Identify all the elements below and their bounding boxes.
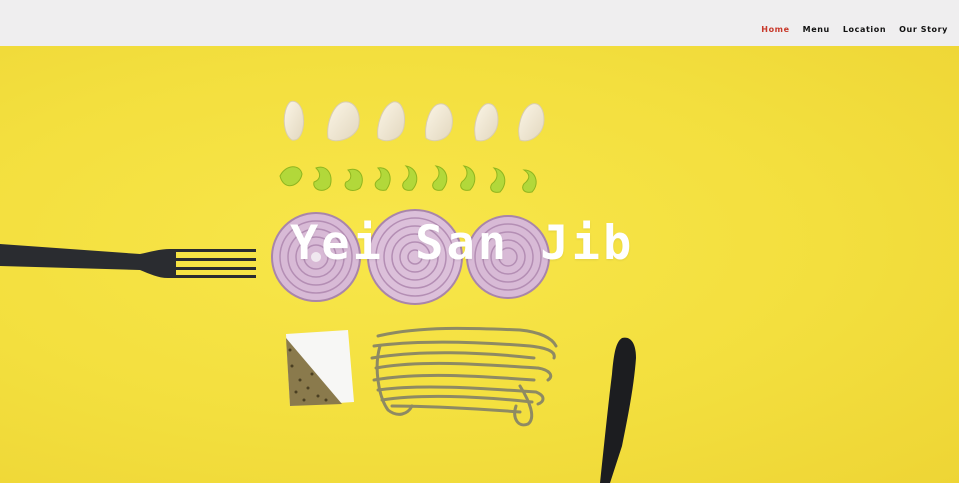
garlic-cloves <box>283 100 545 142</box>
salt-and-pepper <box>286 330 354 406</box>
nav-menu: Home Menu Location Our Story <box>761 17 948 36</box>
nav-link-menu[interactable]: Menu <box>803 25 830 34</box>
knife <box>600 337 636 483</box>
nav-link-location[interactable]: Location <box>843 25 886 34</box>
nav-link-home[interactable]: Home <box>761 25 789 34</box>
hero-title: Yei San Jib <box>290 216 635 271</box>
hero-banner: Yei San Jib <box>0 46 959 483</box>
nav-link-our-story[interactable]: Our Story <box>899 25 948 34</box>
pasta-nest <box>370 326 558 427</box>
top-navbar: Home Menu Location Our Story <box>0 0 959 46</box>
celery-slices <box>279 165 537 193</box>
fork <box>0 244 256 278</box>
